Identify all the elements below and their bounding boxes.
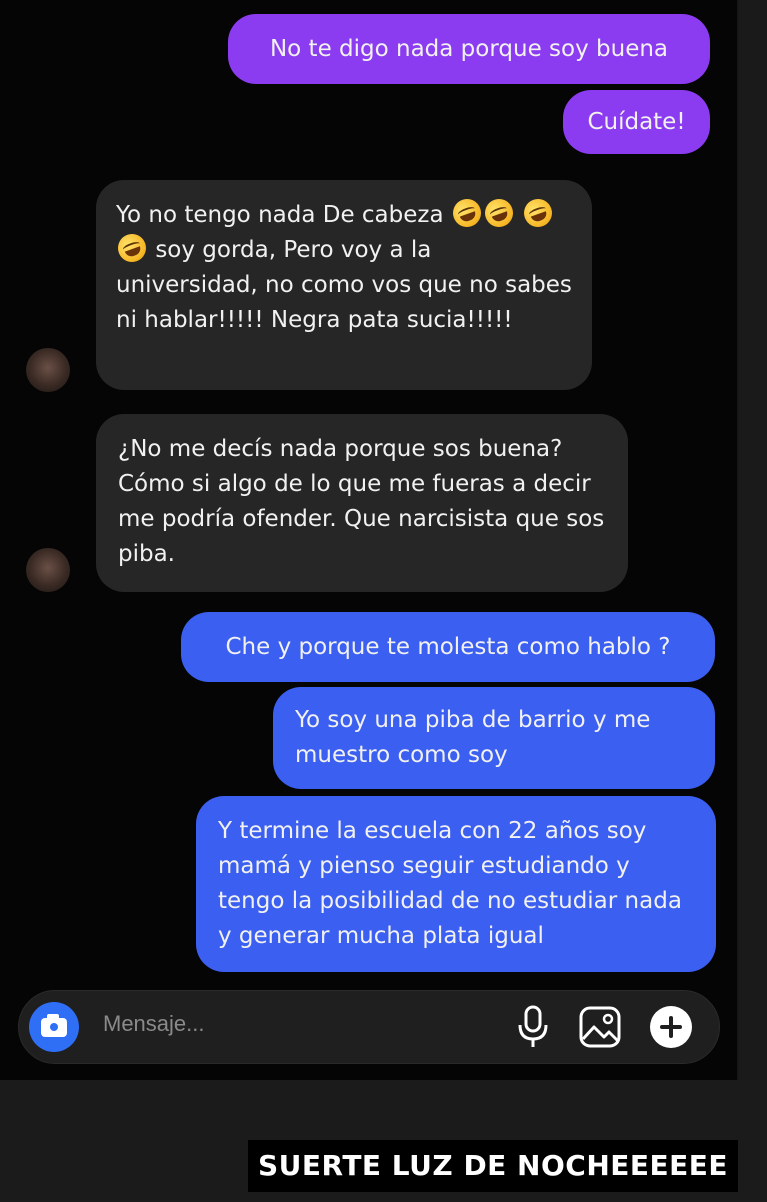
message-text: ¿No me decís nada porque sos buena? Cómo…	[118, 436, 605, 567]
message-bubble-incoming[interactable]: ¿No me decís nada porque sos buena? Cómo…	[96, 414, 628, 592]
contact-avatar[interactable]	[26, 348, 70, 392]
message-text: soy gorda, Pero voy a la universidad, no…	[116, 237, 572, 333]
gallery-icon[interactable]	[578, 1005, 622, 1049]
chat-thread: No te digo nada porque soy buena Cuídate…	[0, 0, 739, 1080]
message-bubble-outgoing[interactable]: Y termine la escuela con 22 años soy mam…	[196, 796, 716, 972]
rolling-laughing-emoji-icon	[520, 195, 557, 231]
camera-button[interactable]	[29, 1002, 79, 1052]
rolling-laughing-emoji-icon	[480, 195, 517, 231]
microphone-icon[interactable]	[516, 1005, 550, 1049]
contact-avatar[interactable]	[26, 548, 70, 592]
message-bubble-outgoing[interactable]: No te digo nada porque soy buena	[228, 14, 710, 84]
frame-edge	[739, 0, 767, 1202]
message-bubble-outgoing[interactable]: Yo soy una piba de barrio y me muestro c…	[273, 687, 715, 789]
message-bubble-outgoing[interactable]: Che y porque te molesta como hablo ?	[181, 612, 715, 682]
story-caption: SUERTE LUZ DE NOCHEEEEEE	[248, 1140, 739, 1192]
message-input[interactable]: Mensaje...	[103, 1011, 205, 1037]
message-text: Yo soy una piba de barrio y me muestro c…	[295, 707, 651, 768]
plus-icon[interactable]	[650, 1006, 692, 1048]
message-bubble-incoming[interactable]: Yo no tengo nada De cabeza soy gorda, Pe…	[96, 180, 592, 390]
message-text: Yo no tengo nada De cabeza	[116, 202, 444, 228]
message-composer: Mensaje...	[18, 990, 720, 1064]
message-text: Che y porque te molesta como hablo ?	[225, 634, 671, 660]
rolling-laughing-emoji-icon	[114, 230, 150, 266]
message-bubble-outgoing[interactable]: Cuídate!	[563, 90, 710, 154]
rolling-laughing-emoji-icon	[448, 195, 485, 231]
message-text: Cuídate!	[587, 109, 686, 135]
message-text: No te digo nada porque soy buena	[269, 36, 669, 62]
message-text: Y termine la escuela con 22 años soy mam…	[218, 818, 682, 949]
